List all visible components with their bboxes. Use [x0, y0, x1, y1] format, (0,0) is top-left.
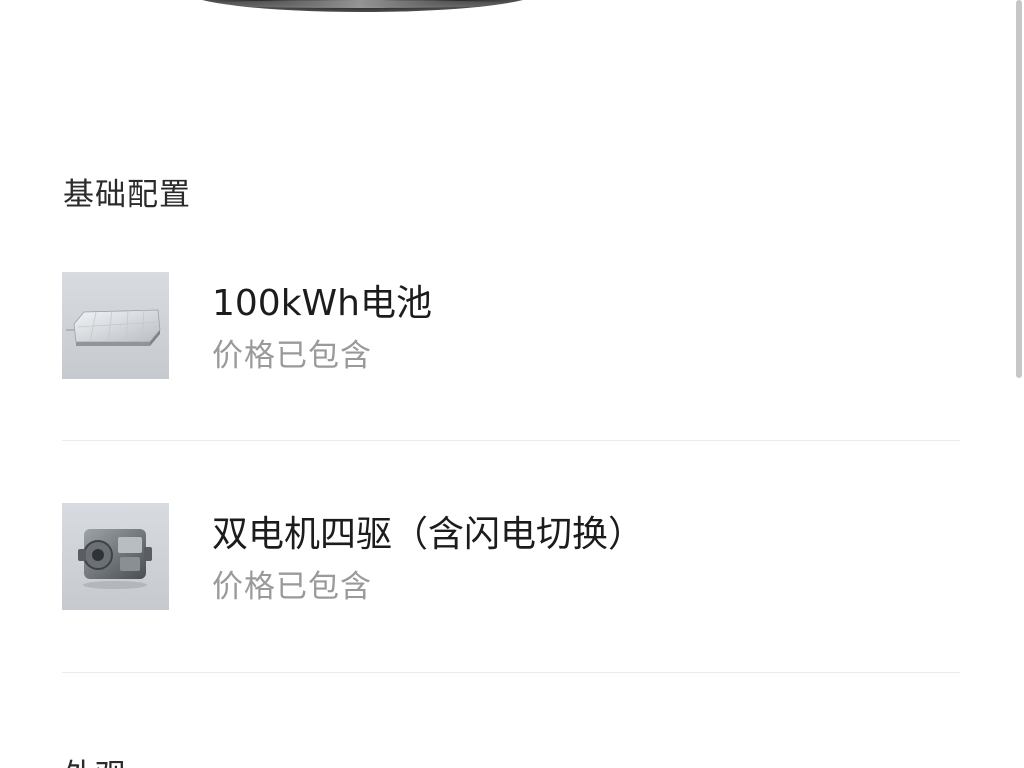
- section-title-basic-config: 基础配置: [63, 177, 191, 213]
- battery-pack-icon: [62, 272, 169, 379]
- car-image-reflection: [205, 0, 515, 8]
- item-name: 双电机四驱（含闪电切换）: [212, 514, 645, 555]
- item-price-status: 价格已包含: [212, 338, 372, 374]
- config-page: 基础配置 100kWh电池 价格已包含 双电机四驱（含闪电切换） 价格已包含: [0, 0, 1024, 768]
- item-name: 100kWh电池: [212, 283, 432, 324]
- dual-motor-icon: [62, 503, 169, 610]
- config-item-dual-motor[interactable]: 双电机四驱（含闪电切换） 价格已包含: [62, 503, 962, 611]
- divider: [62, 440, 960, 441]
- item-price-status: 价格已包含: [212, 569, 372, 605]
- section-title-exterior: 外观: [63, 756, 127, 768]
- divider: [62, 672, 960, 673]
- scrollbar[interactable]: [1016, 0, 1022, 378]
- config-item-battery[interactable]: 100kWh电池 价格已包含: [62, 272, 962, 380]
